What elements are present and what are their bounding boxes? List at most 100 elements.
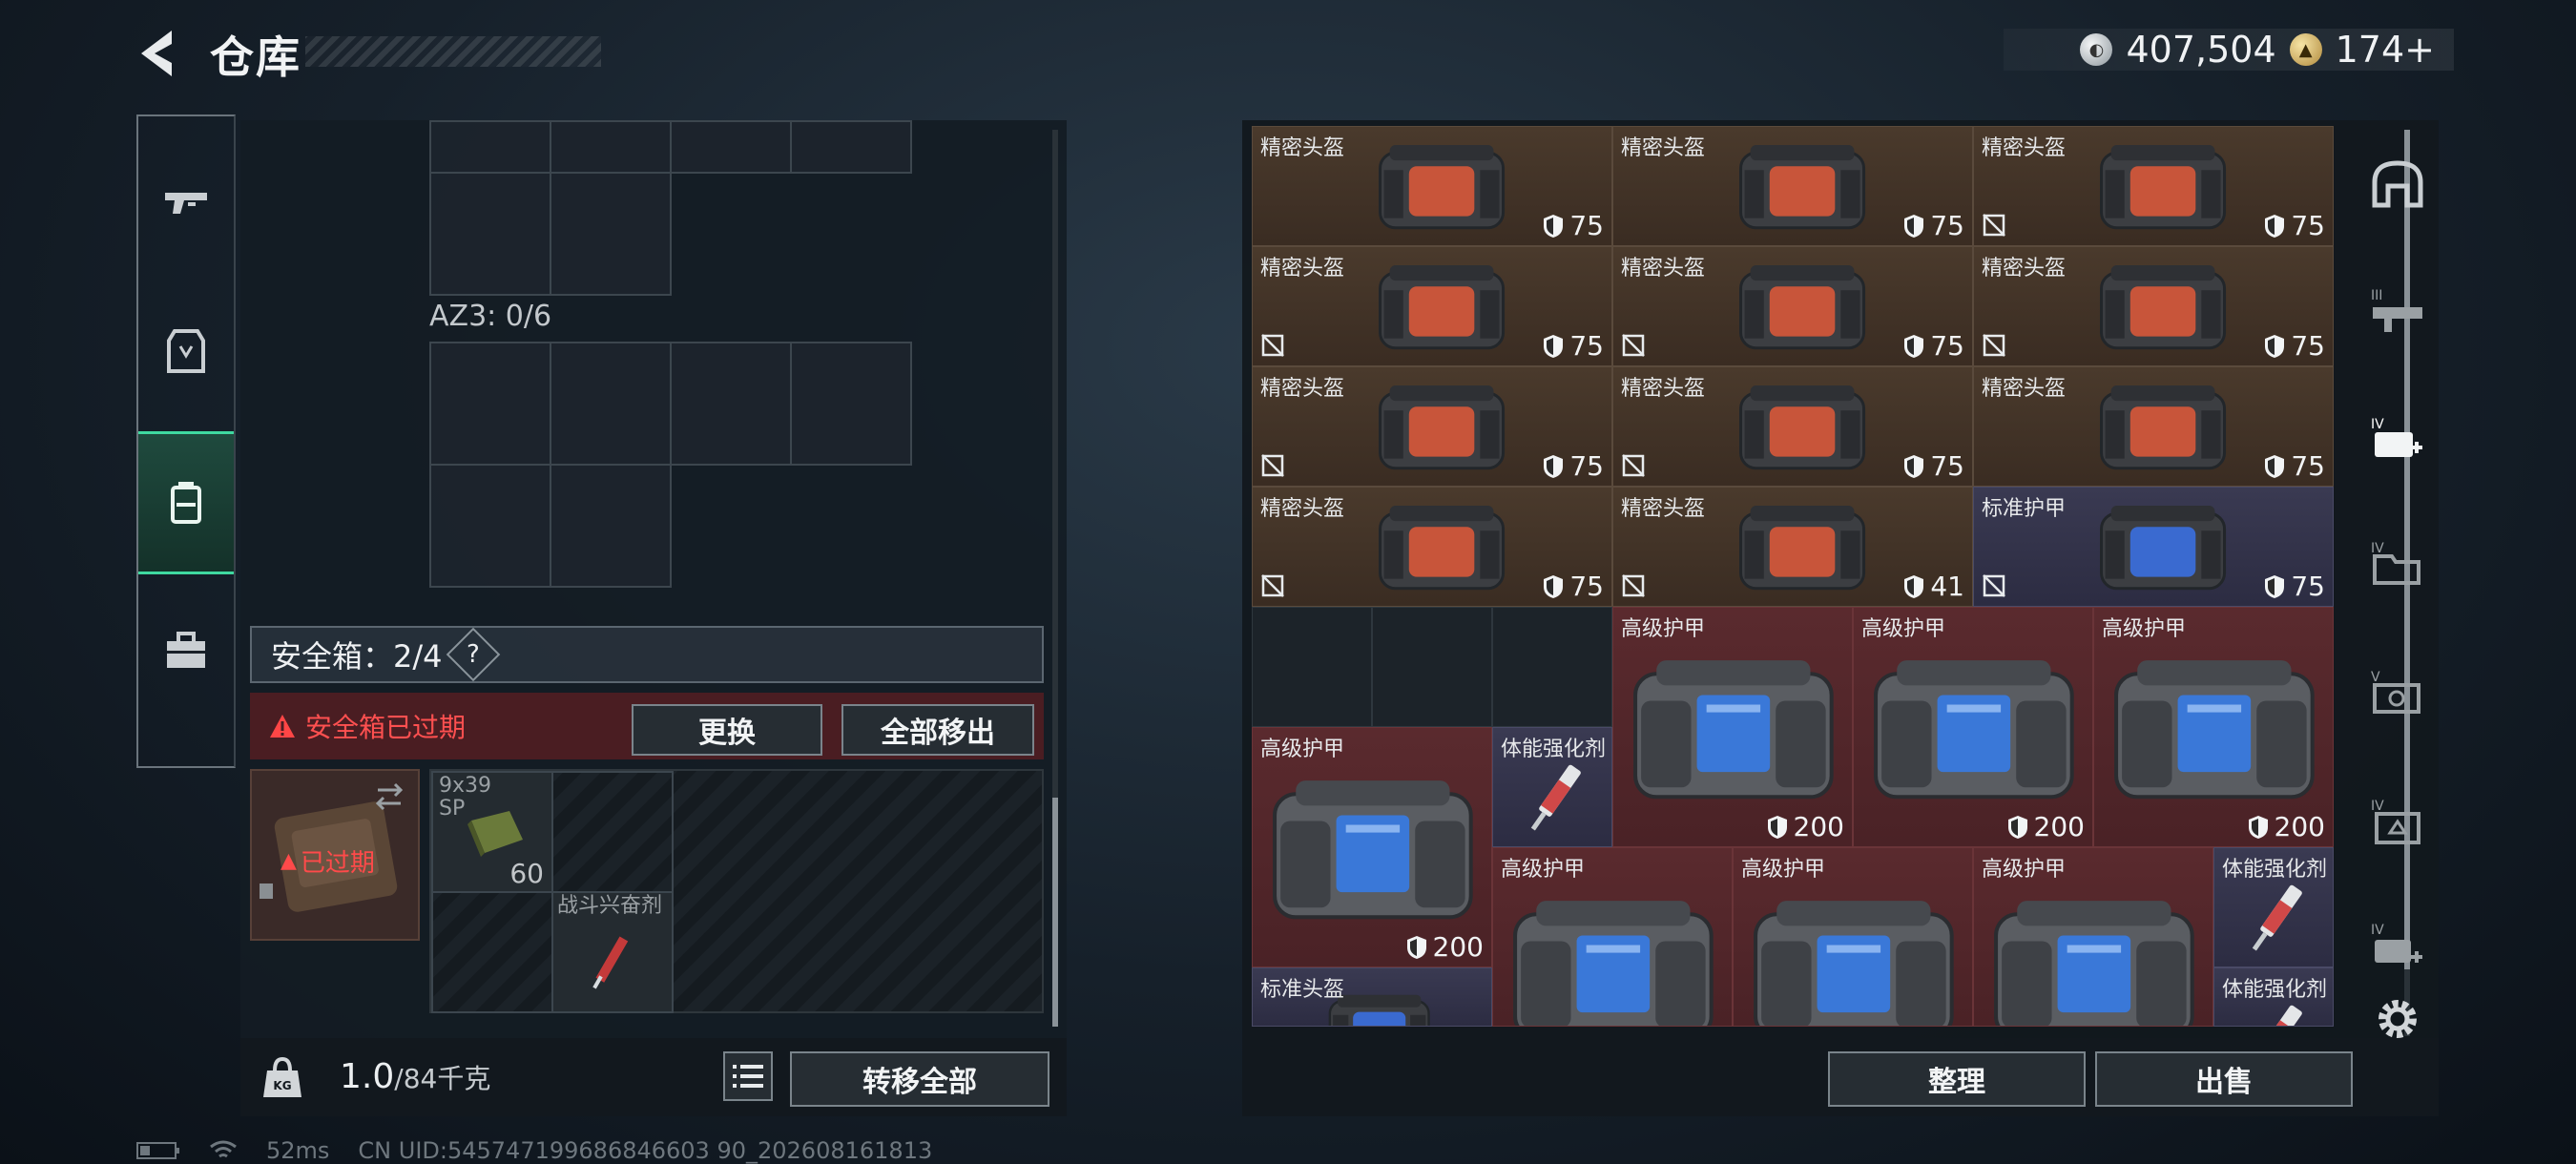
- not-equippable-icon: [1982, 573, 2006, 598]
- inventory-item[interactable]: 高级护甲 200: [2093, 607, 2334, 847]
- stim-item[interactable]: 战斗兴奋剂: [551, 891, 674, 1013]
- inventory-item[interactable]: 体能强化剂: [2213, 847, 2334, 967]
- inventory-item[interactable]: 精密头盔 75: [1612, 246, 1973, 366]
- az3-slot[interactable]: [790, 342, 912, 466]
- helmet-icon: [1739, 505, 1866, 590]
- item-name: 精密头盔: [1260, 257, 1345, 281]
- tab-weapons[interactable]: [138, 131, 234, 274]
- tab-armor-filter-iv[interactable]: IV: [2357, 378, 2439, 502]
- grid-slot[interactable]: [550, 120, 672, 174]
- tab-equipment[interactable]: [138, 279, 234, 422]
- tab-backpack[interactable]: [138, 431, 234, 574]
- item-durability: 75: [1903, 330, 1964, 362]
- az3-slot[interactable]: [550, 464, 672, 588]
- item-name: 高级护甲: [2102, 617, 2187, 641]
- helmet-icon: [1379, 144, 1506, 229]
- az3-slot[interactable]: [550, 342, 672, 466]
- medkit-tier4-icon: IV: [2371, 417, 2422, 457]
- inventory-item[interactable]: 高级护甲: [1733, 847, 1973, 1027]
- armor-icon: [1273, 780, 1473, 920]
- shield-icon: [1544, 214, 1564, 238]
- back-button[interactable]: [134, 27, 191, 80]
- left-scrollbar[interactable]: [1052, 130, 1058, 1027]
- replace-button[interactable]: 更换: [632, 704, 822, 756]
- tab-medkit-filter-iv[interactable]: IV: [2357, 883, 2439, 1008]
- tab-helmet-filter[interactable]: [2357, 122, 2439, 246]
- inventory-item[interactable]: 精密头盔 75: [1973, 126, 2334, 246]
- shield-icon: [1904, 214, 1924, 238]
- syringe-icon: [1530, 764, 1582, 830]
- transfer-all-button[interactable]: 转移全部: [790, 1051, 1049, 1107]
- warning-icon: [270, 715, 295, 738]
- inventory-item[interactable]: 精密头盔 75: [1612, 366, 1973, 487]
- inventory-item[interactable]: 精密头盔 75: [1252, 487, 1612, 607]
- empty-slot[interactable]: [1252, 607, 1372, 727]
- grid-slot[interactable]: [429, 120, 551, 174]
- helmet-icon: [1739, 144, 1866, 229]
- inventory-item[interactable]: 标准头盔: [1252, 967, 1492, 1027]
- grid-slot[interactable]: [550, 172, 672, 296]
- tab-vest-filter-iv[interactable]: IV: [2357, 759, 2439, 883]
- inventory-item[interactable]: 标准护甲 75: [1973, 487, 2334, 607]
- list-icon: [733, 1065, 763, 1088]
- inventory-item[interactable]: 高级护甲: [1973, 847, 2213, 1027]
- inventory-item[interactable]: 精密头盔 75: [1973, 246, 2334, 366]
- tab-weapon-filter-iii[interactable]: III: [2357, 249, 2439, 373]
- item-name: 体能强化剂: [2222, 978, 2328, 1002]
- az3-slot[interactable]: [670, 342, 792, 466]
- az3-slot[interactable]: [429, 464, 551, 588]
- weight-icon: KG: [263, 1056, 301, 1097]
- svg-text:IV: IV: [2371, 799, 2384, 814]
- inventory-item[interactable]: 高级护甲 200: [1252, 727, 1492, 967]
- currency-bar: ◐ 407,504 ▲ 174+: [2004, 29, 2454, 71]
- inventory-item[interactable]: 精密头盔 75: [1973, 366, 2334, 487]
- list-view-button[interactable]: [723, 1051, 773, 1101]
- inventory-item[interactable]: 精密头盔 75: [1612, 126, 1973, 246]
- inventory-item[interactable]: 精密头盔 75: [1252, 366, 1612, 487]
- item-name: 精密头盔: [1260, 136, 1345, 160]
- inventory-item[interactable]: 体能强化剂: [2213, 967, 2334, 1027]
- tab-folder-filter-iv[interactable]: IV: [2357, 502, 2439, 626]
- shield-icon: [1904, 454, 1924, 478]
- item-durability: 75: [2264, 330, 2325, 362]
- left-bottom-bar: KG 1.0/84千克 转移全部: [240, 1038, 1067, 1116]
- tab-toolbox[interactable]: [138, 579, 234, 722]
- ammo-item[interactable]: 9x39 SP 60: [431, 771, 553, 893]
- grid-slot[interactable]: [551, 771, 674, 893]
- shield-icon: [1544, 334, 1564, 358]
- safebox-grid: 9x39 SP 60 战斗兴奋剂: [429, 769, 1044, 1013]
- armor-icon: [1513, 901, 1714, 1026]
- az3-slot[interactable]: [429, 342, 551, 466]
- inventory-item[interactable]: 高级护甲 200: [1853, 607, 2093, 847]
- empty-slot[interactable]: [1492, 607, 1612, 727]
- gold-amount[interactable]: 174+: [2336, 29, 2435, 71]
- grid-slot[interactable]: [790, 120, 912, 174]
- vest-tier4-icon: IV: [2371, 799, 2420, 844]
- item-name: 精密头盔: [1982, 377, 2067, 401]
- inventory-item[interactable]: 精密头盔 75: [1252, 126, 1612, 246]
- help-button[interactable]: ?: [446, 627, 500, 682]
- item-durability: 41: [1903, 571, 1964, 602]
- grid-slot[interactable]: [429, 172, 551, 296]
- sell-button[interactable]: 出售: [2095, 1051, 2353, 1107]
- settings-button[interactable]: [2357, 990, 2439, 1048]
- helmet-icon: [2100, 385, 2227, 469]
- inventory-item[interactable]: 高级护甲 200: [1612, 607, 1853, 847]
- safebox-header: 安全箱：2/4 ?: [250, 626, 1044, 683]
- safebox-item[interactable]: ▲ 已过期: [250, 769, 420, 941]
- inventory-item[interactable]: 精密头盔 75: [1252, 246, 1612, 366]
- empty-slot[interactable]: [1372, 607, 1492, 727]
- grid-slot[interactable]: [670, 120, 792, 174]
- helmet-icon: [2100, 144, 2227, 229]
- shield-icon: [2265, 574, 2285, 598]
- inventory-item[interactable]: 体能强化剂: [1492, 727, 1612, 847]
- inventory-item[interactable]: 精密头盔 41: [1612, 487, 1973, 607]
- move-all-out-button[interactable]: 全部移出: [841, 704, 1034, 756]
- tab-camera-filter-v[interactable]: V: [2357, 631, 2439, 755]
- gear-icon: [2379, 1000, 2417, 1038]
- grid-slot[interactable]: [431, 891, 553, 1013]
- item-name: 精密头盔: [1621, 136, 1706, 160]
- item-name: 精密头盔: [1982, 257, 2067, 281]
- inventory-item[interactable]: 高级护甲: [1492, 847, 1733, 1027]
- sort-button[interactable]: 整理: [1828, 1051, 2086, 1107]
